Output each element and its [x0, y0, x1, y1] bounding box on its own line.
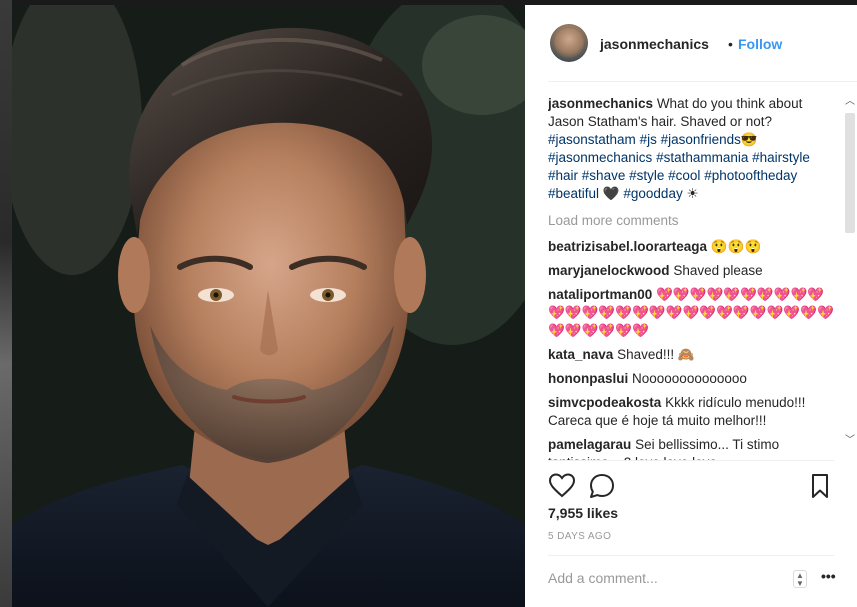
- comment-username[interactable]: maryjanelockwood: [548, 263, 670, 278]
- comment: kata_nava Shaved!!! 🙈: [548, 346, 834, 364]
- comment-text: Shaved!!! 🙈: [617, 347, 695, 362]
- hashtag[interactable]: #jasonstatham: [548, 132, 636, 147]
- comment-username[interactable]: simvcpodeakosta: [548, 395, 661, 410]
- comment-username[interactable]: pamelagarau: [548, 437, 631, 452]
- likes-count[interactable]: 7,955 likes: [548, 505, 618, 521]
- ellipsis-icon[interactable]: •••: [821, 569, 837, 586]
- header-username[interactable]: jasonmechanics: [600, 36, 709, 52]
- post-photo[interactable]: [12, 5, 525, 607]
- post-header: jasonmechanics • Follow: [548, 5, 857, 82]
- comment-text: Shaved please: [673, 263, 763, 278]
- emoji: 🖤: [602, 186, 620, 201]
- hashtag[interactable]: #shave: [582, 168, 626, 183]
- hashtag[interactable]: #photooftheday: [704, 168, 797, 183]
- load-more-comments-link[interactable]: Load more comments: [548, 212, 834, 230]
- caption-username[interactable]: jasonmechanics: [548, 96, 653, 111]
- divider: [548, 555, 834, 556]
- comment: simvcpodeakosta Kkkk ridículo menudo!!! …: [548, 394, 834, 430]
- hashtag[interactable]: #style: [629, 168, 664, 183]
- hashtag[interactable]: #jasonmechanics: [548, 150, 652, 165]
- add-comment-input[interactable]: Add a comment...: [548, 570, 778, 586]
- bookmark-icon[interactable]: [806, 472, 834, 500]
- hashtag[interactable]: #hair: [548, 168, 578, 183]
- comment: pamelagarau Sei bellissimo... Ti stimo t…: [548, 436, 834, 460]
- hashtag[interactable]: #cool: [668, 168, 700, 183]
- post-caption: jasonmechanics What do you think about J…: [548, 95, 834, 203]
- hashtag[interactable]: #stathammania: [656, 150, 748, 165]
- comment-username[interactable]: nataliportman00: [548, 287, 652, 302]
- hashtag[interactable]: #beatiful: [548, 186, 599, 201]
- emoji: ☀: [686, 186, 699, 201]
- comment-text: 😲😲😲: [710, 239, 762, 254]
- speech-bubble-icon[interactable]: [588, 472, 616, 500]
- comments-scrollbar[interactable]: ︿ ﹀: [843, 95, 857, 450]
- comment: hononpaslui Noooooooooooooo: [548, 370, 834, 388]
- hashtag[interactable]: #js: [640, 132, 657, 147]
- comment: nataliportman00 💖💖💖💖💖💖💖💖💖💖💖💖💖💖💖💖💖💖💖💖💖💖💖💖…: [548, 286, 834, 340]
- post-actions: [548, 470, 834, 502]
- comment-username[interactable]: hononpaslui: [548, 371, 628, 386]
- emoji: 😎: [740, 132, 758, 147]
- divider: [548, 460, 834, 461]
- comments-list[interactable]: jasonmechanics What do you think about J…: [548, 95, 834, 460]
- comment: maryjanelockwood Shaved please: [548, 262, 834, 280]
- page-backdrop: [0, 0, 12, 607]
- avatar[interactable]: [550, 24, 588, 62]
- scroll-up-arrow-icon[interactable]: ︿: [843, 95, 857, 109]
- comment: beatrizisabel.loorarteaga 😲😲😲: [548, 238, 834, 256]
- hashtag[interactable]: #jasonfriends: [661, 132, 741, 147]
- scroll-thumb[interactable]: [845, 113, 855, 233]
- post-timestamp[interactable]: 5 DAYS AGO: [548, 531, 611, 542]
- resize-stepper-icon[interactable]: ▲ ▼: [793, 570, 807, 588]
- heart-outline-icon[interactable]: [548, 472, 576, 500]
- portrait-image: [12, 5, 525, 607]
- scroll-down-arrow-icon[interactable]: ﹀: [843, 434, 857, 448]
- comment-username[interactable]: beatrizisabel.loorarteaga: [548, 239, 707, 254]
- header-separator: •: [728, 36, 733, 52]
- follow-button[interactable]: Follow: [738, 36, 782, 52]
- comment-text: Noooooooooooooo: [632, 371, 747, 386]
- hashtag[interactable]: #goodday: [623, 186, 682, 201]
- post-details-panel: jasonmechanics • Follow jasonmechanics W…: [525, 5, 857, 607]
- comment-username[interactable]: kata_nava: [548, 347, 613, 362]
- hashtag[interactable]: #hairstyle: [752, 150, 810, 165]
